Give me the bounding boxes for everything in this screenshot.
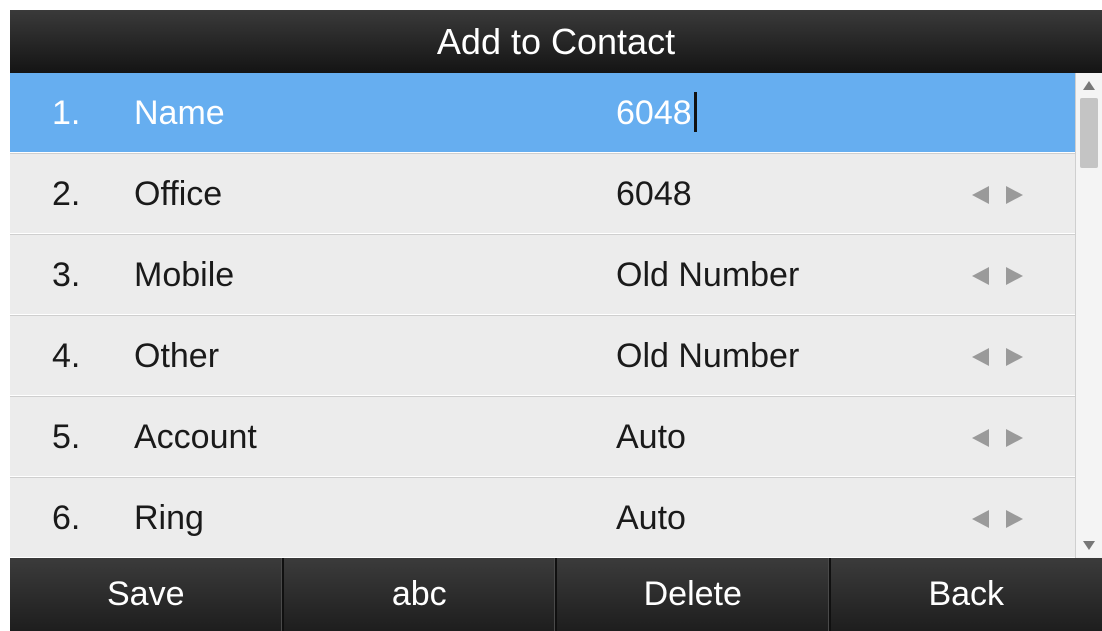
account-value: Auto <box>616 418 686 456</box>
row-label: Ring <box>134 499 204 537</box>
row-number: 3. <box>52 256 81 294</box>
row-label: Office <box>134 175 223 213</box>
value-switcher <box>972 154 1032 234</box>
triangle-left-icon[interactable] <box>972 429 989 447</box>
value-switcher <box>972 478 1032 558</box>
triangle-up-icon[interactable] <box>1083 81 1095 90</box>
page-title: Add to Contact <box>10 10 1102 73</box>
triangle-right-icon[interactable] <box>1006 186 1023 204</box>
field-row-ring[interactable]: 6. Ring Auto <box>10 478 1075 560</box>
row-label: Mobile <box>134 256 235 294</box>
name-input[interactable]: 6048 <box>616 73 697 153</box>
triangle-right-icon[interactable] <box>1006 429 1023 447</box>
delete-button[interactable]: Delete <box>557 558 831 631</box>
office-value: 6048 <box>616 175 692 213</box>
triangle-right-icon[interactable] <box>1006 348 1023 366</box>
row-number: 5. <box>52 418 81 456</box>
triangle-left-icon[interactable] <box>972 348 989 366</box>
field-row-mobile[interactable]: 3. Mobile Old Number <box>10 235 1075 317</box>
value-switcher <box>972 316 1032 396</box>
softkey-bar: Save abc Delete Back <box>10 558 1102 631</box>
triangle-right-icon[interactable] <box>1006 510 1023 528</box>
save-button[interactable]: Save <box>10 558 284 631</box>
scrollbar-thumb[interactable] <box>1080 98 1098 168</box>
triangle-left-icon[interactable] <box>972 186 989 204</box>
scrollbar[interactable] <box>1075 73 1102 558</box>
value-switcher <box>972 235 1032 315</box>
row-number: 4. <box>52 337 81 375</box>
text-cursor <box>693 92 697 133</box>
row-number: 2. <box>52 175 81 213</box>
triangle-right-icon[interactable] <box>1006 267 1023 285</box>
triangle-left-icon[interactable] <box>972 510 989 528</box>
back-button[interactable]: Back <box>831 558 1102 631</box>
row-label: Account <box>134 418 257 456</box>
input-mode-button[interactable]: abc <box>284 558 557 631</box>
field-row-office[interactable]: 2. Office 6048 <box>10 154 1075 236</box>
ring-value: Auto <box>616 499 686 537</box>
field-row-name[interactable]: 1. Name 6048 <box>10 73 1075 155</box>
row-number: 6. <box>52 499 81 537</box>
mobile-value: Old Number <box>616 256 800 294</box>
other-value: Old Number <box>616 337 800 375</box>
contact-field-list: 1. Name 6048 2. Office 6048 3. Mobile Ol… <box>10 73 1075 560</box>
triangle-left-icon[interactable] <box>972 267 989 285</box>
triangle-down-icon[interactable] <box>1083 541 1095 550</box>
field-row-other[interactable]: 4. Other Old Number <box>10 316 1075 398</box>
value-switcher <box>972 397 1032 477</box>
row-label: Other <box>134 337 220 375</box>
row-label: Name <box>134 94 225 132</box>
field-row-account[interactable]: 5. Account Auto <box>10 397 1075 479</box>
phone-screen: Add to Contact 1. Name 6048 2. Office 60… <box>10 10 1102 631</box>
row-number: 1. <box>52 94 81 132</box>
name-input-value: 6048 <box>616 94 692 132</box>
